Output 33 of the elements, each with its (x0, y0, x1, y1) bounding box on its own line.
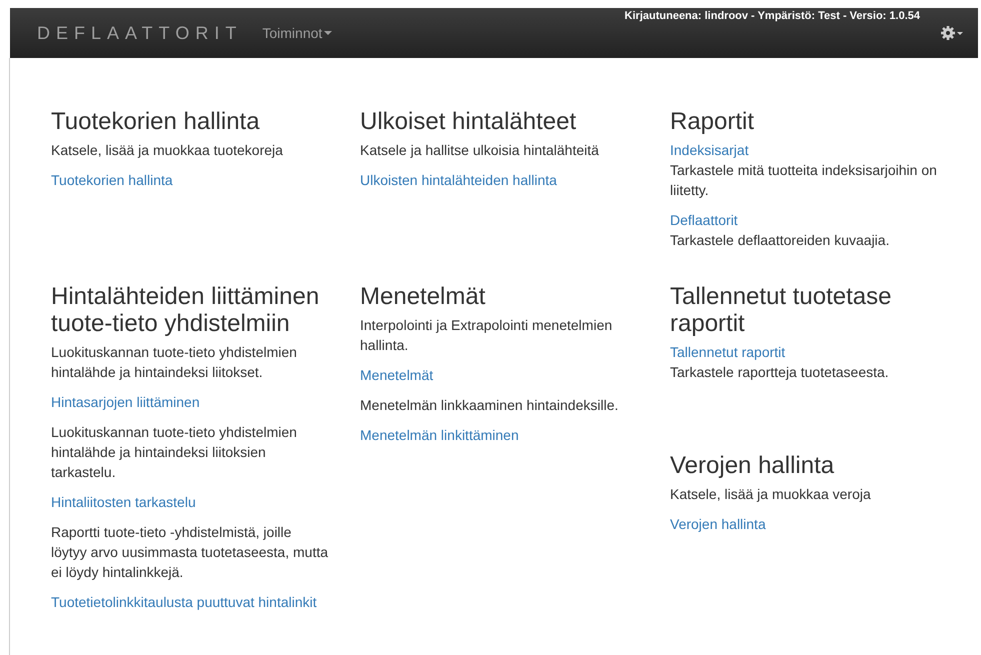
section-heading: Hintalähteiden liittäminen tuote-tieto yhdistelmiin (51, 283, 320, 337)
description-text: Raportti tuote-tieto -yhdistelmistä, joille löytyy arvo uusimmasta tuotetaseesta, mutta ei löydy hintalinkkejä. (51, 524, 328, 580)
description-text: Luokituskannan tuote-tieto yhdistelmien hintalähde ja hintaindeksi liitoksien tarkastelu. (51, 424, 297, 480)
section-heading: Tuotekorien hallinta (51, 108, 261, 135)
description-text: Katsele, lisää ja muokkaa veroja (670, 486, 871, 502)
section-heading: Raportit (670, 108, 756, 135)
session-info: Kirjautuneena: lindroov - Ympäristö: Test - Versio: 1.0.54 (624, 10, 920, 22)
description-text: Tarkastele mitä tuotteita indeksisarjoihin on liitetty. (670, 162, 937, 198)
section-link[interactable]: Tuotekorien hallinta (51, 172, 173, 188)
section-link[interactable]: Tuotetietolinkkitaulusta puuttuvat hintalinkit (51, 594, 317, 610)
section-link[interactable]: Tallennetut raportit (670, 344, 786, 360)
description-text: Tarkastele deflaattoreiden kuvaajia. (670, 232, 890, 248)
brand-logo[interactable]: DEFLAATTORIT (37, 22, 242, 44)
section-heading: Ulkoiset hintalähteet (360, 108, 578, 135)
description-text: Katsele, lisää ja muokkaa tuotekoreja (51, 142, 283, 158)
section-link[interactable]: Hintaliitosten tarkastelu (51, 494, 196, 510)
section-link[interactable]: Menetelmät (360, 367, 434, 383)
section-link[interactable]: Indeksisarjat (670, 142, 749, 158)
section-link[interactable]: Verojen hallinta (670, 516, 766, 532)
menu-dropdown[interactable]: Toiminnot (262, 25, 332, 41)
section-link[interactable]: Ulkoisten hintalähteiden hallinta (360, 172, 557, 188)
description-text: Interpolointi ja Extrapolointi menetelmien hallinta. (360, 317, 612, 353)
section-heading: Verojen hallinta (670, 452, 836, 479)
section-link[interactable]: Hintasarjojen liittäminen (51, 394, 200, 410)
section-link[interactable]: Deflaattorit (670, 212, 738, 228)
description-text: Menetelmän linkkaaminen hintaindeksille. (360, 397, 618, 413)
section-heading: Tallennetut tuotetase raportit (670, 283, 892, 337)
description-text: Katsele ja hallitse ulkoisia hintalähteitä (360, 142, 599, 158)
settings-dropdown[interactable] (940, 25, 964, 41)
section-link[interactable]: Menetelmän linkittäminen (360, 427, 519, 443)
description-text: Luokituskannan tuote-tieto yhdistelmien hintalähde ja hintaindeksi liitokset. (51, 344, 297, 380)
section-heading: Menetelmät (360, 283, 486, 310)
description-text: Tarkastele raportteja tuotetaseesta. (670, 364, 889, 380)
